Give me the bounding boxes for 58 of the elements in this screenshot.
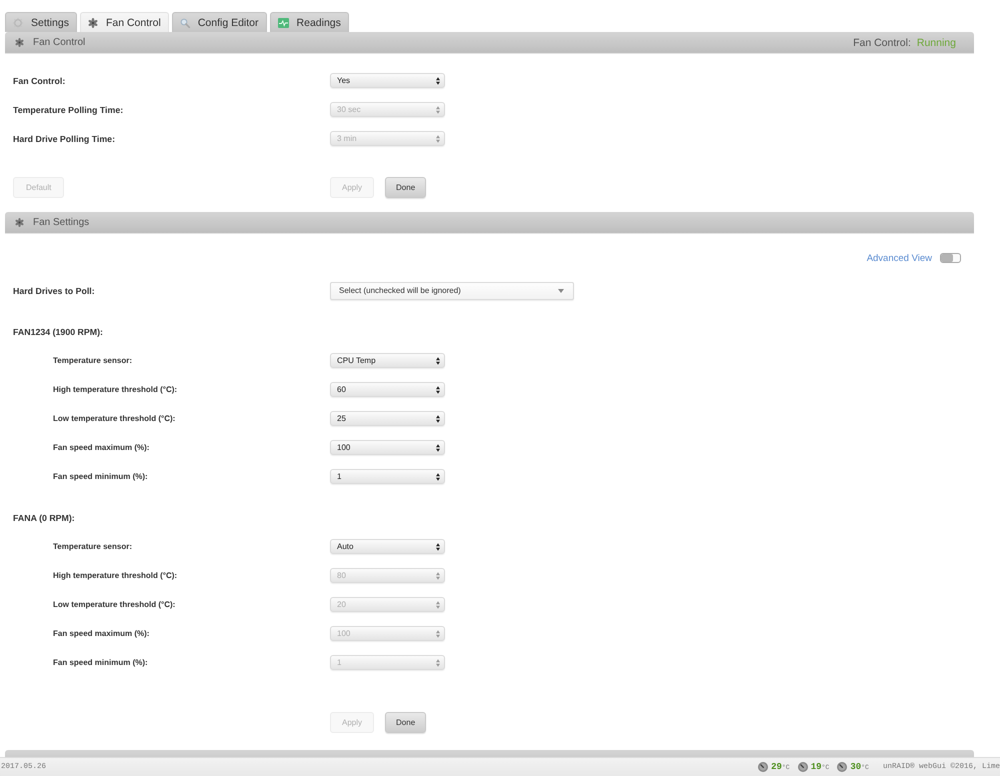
status-label: Fan Control: (853, 36, 911, 48)
up-down-arrows-icon (436, 444, 440, 452)
field-label: High temperature threshold (°C): (53, 571, 178, 580)
magnifier-icon (180, 18, 190, 28)
field-label: Low temperature threshold (°C): (53, 600, 176, 609)
up-down-arrows-icon (436, 572, 440, 580)
panel-title: Fan Settings (33, 217, 90, 228)
field-label: Fan speed minimum (%): (53, 658, 148, 667)
done-button[interactable]: Done (385, 712, 426, 732)
up-down-arrows-icon (436, 76, 440, 84)
select-field[interactable]: Auto (330, 539, 445, 554)
field-label: Low temperature threshold (°C): (53, 414, 176, 423)
up-down-arrows-icon (436, 414, 440, 422)
dial-icon (758, 762, 768, 772)
field-label: Fan Control: (13, 76, 66, 86)
fan-heading: FANA (0 RPM): (13, 512, 75, 522)
field-label: Temperature sensor: (53, 542, 132, 551)
fan-icon (15, 38, 24, 47)
up-down-arrows-icon (436, 600, 440, 608)
done-button[interactable]: Done (385, 176, 426, 198)
select-field[interactable]: CPU Temp (330, 353, 445, 368)
up-down-arrows-icon (436, 658, 440, 666)
tab[interactable]: Readings (270, 12, 349, 32)
up-down-arrows-icon (436, 542, 440, 550)
status-value: Running (916, 36, 956, 48)
tab[interactable]: Config Editor (172, 12, 267, 32)
select-field[interactable]: 25 (330, 411, 445, 426)
field-label: Temperature sensor: (53, 356, 132, 365)
tab[interactable]: Fan Control (80, 12, 169, 32)
up-down-arrows-icon (436, 134, 440, 142)
dropdown-field[interactable]: Select (unchecked will be ignored) (330, 282, 574, 300)
fan-heading: FAN1234 (1900 RPM): (13, 326, 103, 336)
up-down-arrows-icon (436, 630, 440, 638)
up-down-arrows-icon (436, 106, 440, 114)
dial-icon (837, 762, 848, 772)
field-label: Fan speed minimum (%): (53, 472, 148, 481)
fan-icon (88, 18, 98, 28)
fan-icon (15, 218, 24, 227)
select-field[interactable]: 100 (330, 440, 445, 455)
select-field[interactable]: 1 (330, 469, 445, 484)
field-label: Hard Drives to Poll: (13, 286, 95, 296)
field-label: Fan speed maximum (%): (53, 443, 150, 452)
field-label: Hard Drive Polling Time: (13, 134, 116, 144)
up-down-arrows-icon (436, 472, 440, 480)
pulse-icon (278, 18, 289, 28)
field-label: Temperature Polling Time: (13, 104, 124, 114)
tab[interactable]: Settings (5, 12, 77, 32)
field-label: High temperature threshold (°C): (53, 385, 178, 394)
select-field[interactable]: 60 (330, 382, 445, 397)
dial-icon (798, 762, 808, 772)
panel-title: Fan Control (33, 37, 86, 48)
up-down-arrows-icon (436, 356, 440, 364)
field-label: Fan speed maximum (%): (53, 629, 150, 638)
gear-icon (13, 18, 23, 28)
toggle-switch[interactable] (940, 253, 961, 263)
caret-icon (558, 288, 564, 292)
up-down-arrows-icon (436, 386, 440, 394)
select-field[interactable]: Yes (330, 73, 445, 88)
